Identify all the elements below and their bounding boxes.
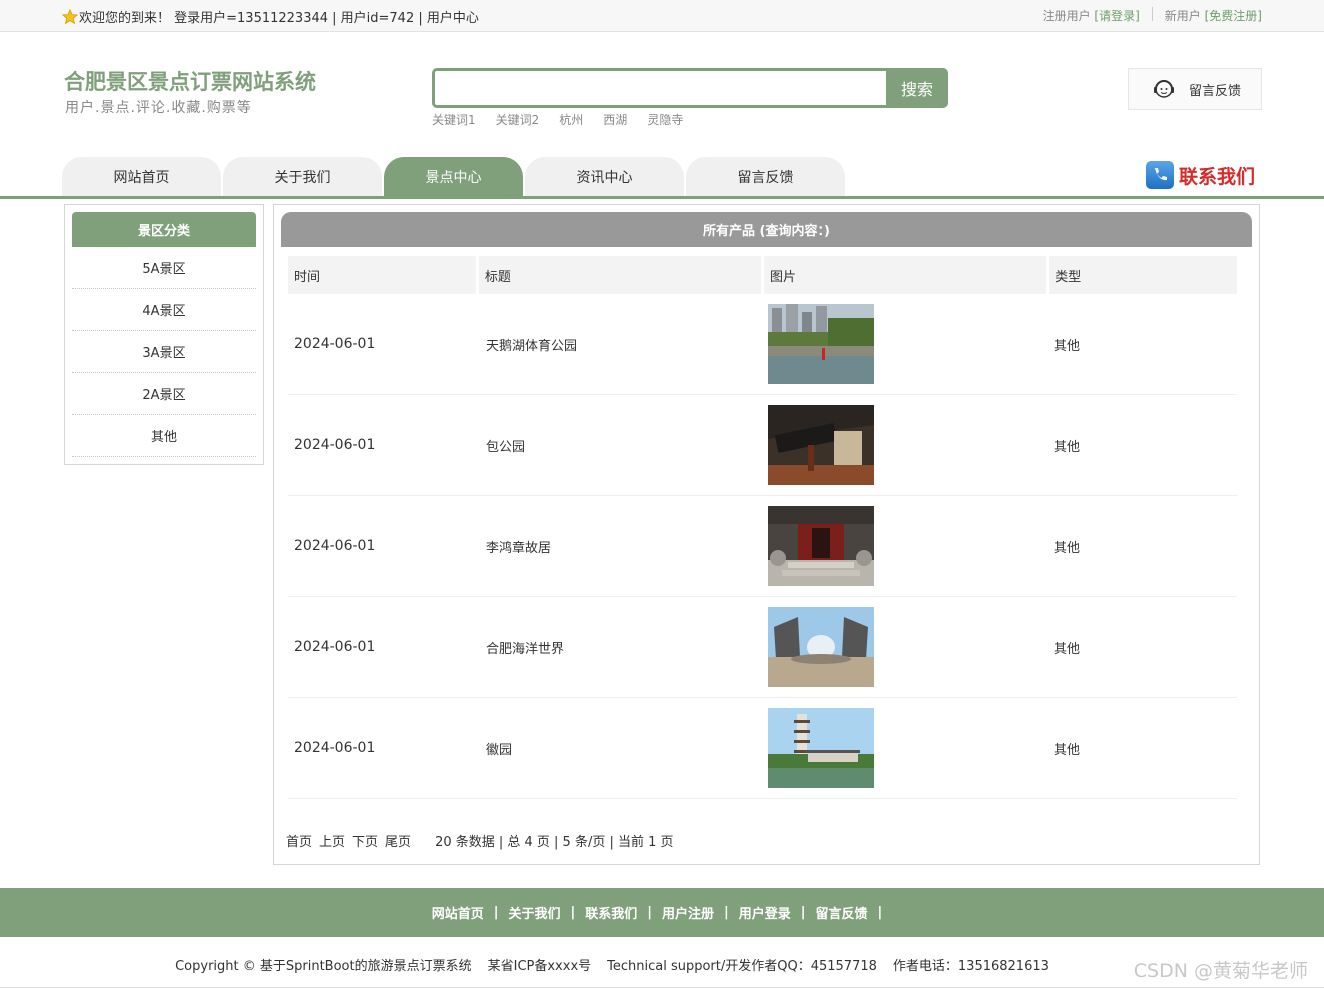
residence-gate-photo[interactable] <box>768 506 874 586</box>
row-title-link[interactable]: 合肥海洋世界 <box>477 638 761 657</box>
row-date: 2024-06-01 <box>294 437 376 453</box>
column-header: 标题 <box>478 256 761 294</box>
watermark: CSDN @黄菊华老师 <box>1133 960 1308 982</box>
nav-tab-attractions[interactable]: 景点中心 <box>384 157 523 197</box>
contact-us-label: 联系我们 <box>1179 165 1256 188</box>
footer-link-register[interactable]: 用户注册 <box>662 903 714 922</box>
temple-gate-photo[interactable] <box>768 405 874 485</box>
nav-divider <box>0 196 1324 199</box>
row-title-link[interactable]: 李鸿章故居 <box>477 537 761 556</box>
lake-park-photo[interactable] <box>768 304 874 384</box>
register-link[interactable]: [免费注册] <box>1205 9 1262 23</box>
search-bar: 搜索 <box>432 68 948 108</box>
product-table: 时间 标题 图片 类型 2024-06-01 天鹅湖体育公园 其他 2024-0… <box>288 256 1237 799</box>
account-links: 注册用户 [请登录] 新用户 [免费注册] <box>1043 7 1262 24</box>
nav-tab-news[interactable]: 资讯中心 <box>525 157 684 197</box>
table-row: 2024-06-01 包公园 其他 <box>288 395 1237 496</box>
column-header: 时间 <box>288 256 476 294</box>
hot-keyword-link[interactable]: 关键词1 <box>432 111 476 128</box>
ocean-world-photo[interactable] <box>768 607 874 687</box>
star-icon <box>62 8 78 24</box>
row-date: 2024-06-01 <box>294 336 376 352</box>
sidebar-item-4a[interactable]: 4A景区 <box>72 289 256 331</box>
main-nav: 网站首页 关于我们 景点中心 资讯中心 留言反馈 <box>62 157 845 197</box>
row-title-link[interactable]: 徽园 <box>477 739 761 758</box>
hot-keyword-link[interactable]: 关键词2 <box>496 111 540 128</box>
nav-tab-feedback[interactable]: 留言反馈 <box>686 157 845 197</box>
column-header: 图片 <box>764 256 1047 294</box>
row-type: 其他 <box>1054 439 1081 455</box>
site-subtitle: 用户.景点.评论.收藏.购票等 <box>65 100 252 116</box>
nav-tab-about[interactable]: 关于我们 <box>223 157 382 197</box>
row-type: 其他 <box>1054 641 1081 657</box>
row-type: 其他 <box>1054 742 1081 758</box>
footer-link-contact[interactable]: 联系我们 <box>585 903 637 922</box>
last-page-link[interactable]: 尾页 <box>385 831 411 850</box>
phone-text: 作者电话：13516821613 <box>892 959 1049 974</box>
next-page-link[interactable]: 下页 <box>352 831 378 850</box>
row-title-link[interactable]: 包公园 <box>477 436 761 455</box>
footer-link-login[interactable]: 用户登录 <box>739 903 791 922</box>
new-user-label: 新用户 [免费注册] <box>1164 9 1262 23</box>
sidebar-item-2a[interactable]: 2A景区 <box>72 373 256 415</box>
customer-service-icon <box>1154 80 1174 98</box>
welcome-text[interactable]: 欢迎您的到来！ 登录用户=13511223344 | 用户id=742 | 用户… <box>79 7 479 26</box>
welcome-area: 欢迎您的到来！ 登录用户=13511223344 | 用户id=742 | 用户… <box>62 7 479 26</box>
footer-link-about[interactable]: 关于我们 <box>508 903 560 922</box>
row-title-link[interactable]: 天鹅湖体育公园 <box>477 335 761 354</box>
pagoda-garden-photo[interactable] <box>768 708 874 788</box>
top-bar: 欢迎您的到来！ 登录用户=13511223344 | 用户id=742 | 用户… <box>0 0 1324 32</box>
feedback-button[interactable]: 留言反馈 <box>1128 68 1262 110</box>
phone-icon <box>1146 161 1174 189</box>
footer-link-home[interactable]: 网站首页 <box>432 903 484 922</box>
prev-page-link[interactable]: 上页 <box>319 831 345 850</box>
panel-title: 所有产品 (查询内容：) <box>281 212 1252 247</box>
hot-keyword-link[interactable]: 杭州 <box>559 111 583 128</box>
table-row: 2024-06-01 天鹅湖体育公园 其他 <box>288 294 1237 395</box>
footer-nav: 网站首页 | 关于我们 | 联系我们 | 用户注册 | 用户登录 | 留言反馈 | <box>0 888 1324 937</box>
hot-keywords: 关键词1 关键词2 杭州 西湖 灵隐寺 <box>432 111 683 128</box>
divider <box>1151 7 1153 21</box>
table-row: 2024-06-01 徽园 其他 <box>288 698 1237 799</box>
row-type: 其他 <box>1054 540 1081 556</box>
table-row: 2024-06-01 合肥海洋世界 其他 <box>288 597 1237 698</box>
sidebar-item-3a[interactable]: 3A景区 <box>72 331 256 373</box>
pagination: 首页 上页 下页 尾页 20 条数据 | 总 4 页 | 5 条/页 | 当前 … <box>286 831 674 850</box>
hot-keyword-link[interactable]: 灵隐寺 <box>647 111 683 128</box>
icp-text: 某省ICP备xxxx号 <box>487 959 592 974</box>
product-panel: 所有产品 (查询内容：) 时间 标题 图片 类型 2024-06-01 天鹅湖体… <box>273 204 1260 865</box>
sidebar-title: 景区分类 <box>72 212 256 247</box>
register-user-label: 注册用户 [请登录] <box>1042 9 1140 23</box>
nav-tab-home[interactable]: 网站首页 <box>62 157 221 197</box>
search-input[interactable] <box>432 68 886 108</box>
search-button[interactable]: 搜索 <box>886 68 948 108</box>
column-header: 类型 <box>1049 256 1237 294</box>
table-header: 时间 标题 图片 类型 <box>288 256 1237 294</box>
first-page-link[interactable]: 首页 <box>286 831 312 850</box>
row-date: 2024-06-01 <box>294 639 376 655</box>
contact-us-button[interactable]: 联系我们 <box>1146 161 1255 189</box>
support-text: Technical support/开发作者QQ：45157718 <box>607 959 877 974</box>
footer-link-feedback[interactable]: 留言反馈 <box>816 903 868 922</box>
table-row: 2024-06-01 李鸿章故居 其他 <box>288 496 1237 597</box>
login-link[interactable]: [请登录] <box>1094 9 1139 23</box>
sidebar-item-other[interactable]: 其他 <box>72 415 256 457</box>
sidebar-item-5a[interactable]: 5A景区 <box>72 247 256 289</box>
row-date: 2024-06-01 <box>294 740 376 756</box>
row-type: 其他 <box>1054 338 1081 354</box>
site-title: 合肥景区景点订票网站系统 <box>64 70 316 94</box>
copyright-bar: Copyright © 基于SprintBoot的旅游景点订票系统 某省ICP备… <box>0 955 1324 974</box>
feedback-label: 留言反馈 <box>1189 83 1242 99</box>
pagination-summary: 20 条数据 | 总 4 页 | 5 条/页 | 当前 1 页 <box>435 835 674 850</box>
hot-keyword-link[interactable]: 西湖 <box>603 111 627 128</box>
row-date: 2024-06-01 <box>294 538 376 554</box>
category-sidebar: 景区分类 5A景区 4A景区 3A景区 2A景区 其他 <box>64 204 264 465</box>
copyright-text: Copyright © 基于SprintBoot的旅游景点订票系统 <box>175 959 472 974</box>
